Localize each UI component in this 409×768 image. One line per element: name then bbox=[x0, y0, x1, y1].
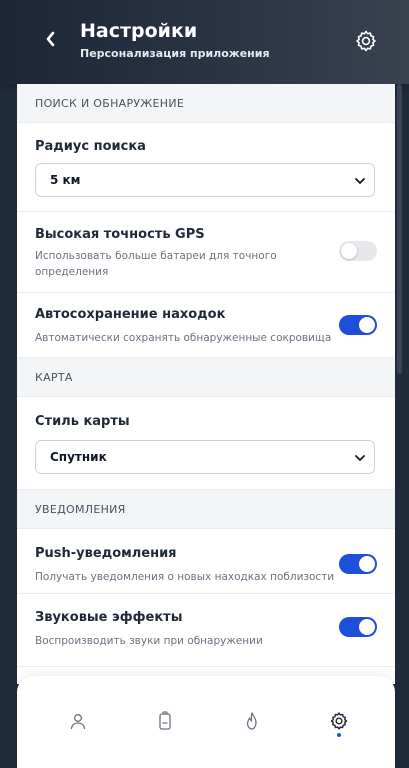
settings-screen: Настройки Персонализация приложения ПОИС… bbox=[0, 0, 409, 768]
section-header-search: ПОИСК И ОБНАРУЖЕНИЕ bbox=[17, 84, 395, 123]
push-notifications-description: Получать уведомления о новых находках по… bbox=[35, 571, 335, 583]
gps-accuracy-label: Высокая точность GPS bbox=[35, 227, 205, 242]
push-notifications-row: Push-уведомления Получать уведомления о … bbox=[17, 529, 395, 594]
search-radius-value: 5 км bbox=[50, 173, 81, 187]
page-subtitle: Персонализация приложения bbox=[80, 47, 270, 60]
autosave-label: Автосохранение находок bbox=[35, 307, 226, 322]
header-settings-button[interactable] bbox=[351, 26, 381, 56]
autosave-description: Автоматически сохранять обнаруженные сок… bbox=[35, 332, 332, 344]
search-radius-select[interactable]: 5 км bbox=[35, 163, 375, 197]
search-radius-label: Радиус поиска bbox=[35, 139, 146, 154]
search-radius-row: Радиус поиска 5 км bbox=[17, 123, 395, 212]
map-style-value: Спутник bbox=[50, 450, 107, 464]
sound-effects-toggle[interactable] bbox=[339, 617, 377, 637]
bottom-navigation bbox=[17, 676, 395, 768]
nav-item-profile[interactable] bbox=[58, 706, 98, 736]
push-notifications-toggle[interactable] bbox=[339, 554, 377, 574]
chevron-left-icon bbox=[46, 31, 55, 47]
user-icon bbox=[70, 714, 86, 730]
chevron-down-icon bbox=[355, 178, 365, 184]
sound-effects-description: Воспроизводить звуки при обнаружении bbox=[35, 635, 263, 647]
chevron-down-icon bbox=[355, 455, 365, 461]
toggle-knob bbox=[359, 619, 375, 635]
section-header-map: КАРТА bbox=[17, 358, 395, 397]
push-notifications-label: Push-уведомления bbox=[35, 546, 177, 561]
battery-icon bbox=[159, 711, 171, 730]
map-style-label: Стиль карты bbox=[35, 414, 130, 429]
sound-effects-label: Звуковые эффекты bbox=[35, 610, 183, 625]
flame-icon bbox=[246, 712, 257, 730]
gps-accuracy-description: Использовать больше батареи для точного … bbox=[35, 250, 277, 278]
gps-accuracy-row: Высокая точность GPS Использовать больше… bbox=[17, 212, 395, 293]
active-indicator-dot bbox=[337, 733, 341, 737]
nav-item-inventory[interactable] bbox=[145, 706, 185, 736]
app-header: Настройки Персонализация приложения bbox=[0, 0, 409, 84]
scrollbar[interactable] bbox=[397, 84, 402, 684]
gear-icon bbox=[330, 712, 348, 730]
nav-item-activity[interactable] bbox=[232, 706, 272, 736]
settings-content: ПОИСК И ОБНАРУЖЕНИЕ Радиус поиска 5 км В… bbox=[17, 84, 395, 684]
map-style-select[interactable]: Спутник bbox=[35, 440, 375, 474]
gps-accuracy-toggle[interactable] bbox=[339, 241, 377, 261]
section-header-notifications: УВЕДОМЛЕНИЯ bbox=[17, 490, 395, 529]
sound-effects-row: Звуковые эффекты Воспроизводить звуки пр… bbox=[17, 594, 395, 667]
scrollbar-thumb[interactable] bbox=[397, 84, 402, 374]
page-title: Настройки bbox=[80, 20, 198, 42]
gear-icon bbox=[356, 30, 376, 52]
autosave-row: Автосохранение находок Автоматически сох… bbox=[17, 293, 395, 358]
toggle-knob bbox=[359, 317, 375, 333]
toggle-knob bbox=[341, 243, 357, 259]
back-button[interactable] bbox=[38, 26, 64, 52]
toggle-knob bbox=[359, 556, 375, 572]
autosave-toggle[interactable] bbox=[339, 315, 377, 335]
map-style-row: Стиль карты Спутник bbox=[17, 397, 395, 490]
nav-item-settings[interactable] bbox=[319, 706, 359, 736]
